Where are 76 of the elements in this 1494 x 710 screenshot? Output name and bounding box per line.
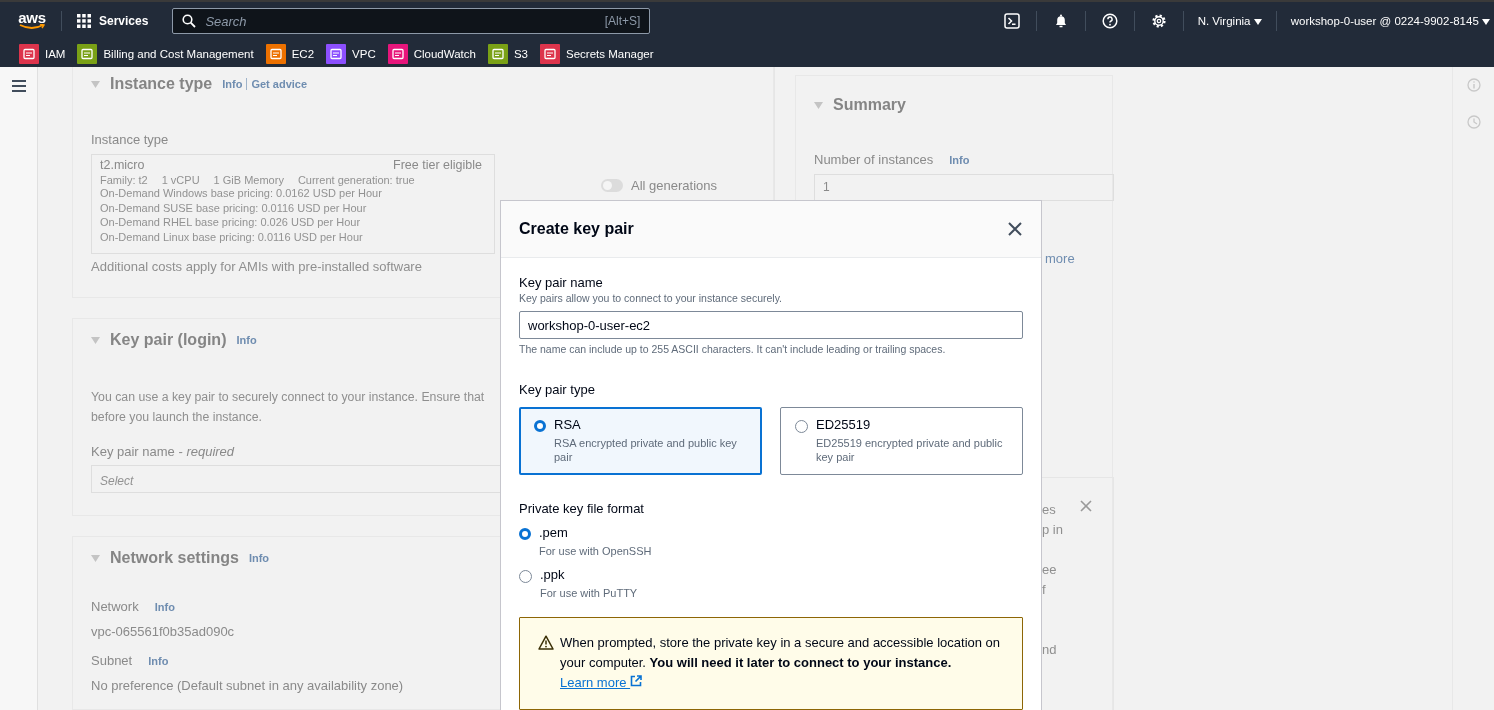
constraint-text: The name can include up to 255 ASCII characters. It can't include leading or trailing spaces.	[519, 342, 947, 357]
spec-text: Current generation: true	[297, 174, 415, 186]
pricing-text: On-Demand Linux base pricing: 0.0116 USD per Hour	[100, 229, 363, 244]
help-icon[interactable]	[1101, 13, 1118, 29]
pricing-text: On-Demand SUSE base pricing: 0.0116 USD per Hour	[100, 200, 367, 215]
text-fragment: es	[1042, 501, 1056, 519]
field-label: Key pair type	[519, 382, 596, 398]
learn-more-link[interactable]: Learn more	[560, 675, 643, 690]
description-text: You can use a key pair to securely connect to your instance. Ensure that	[91, 389, 485, 406]
caret-icon	[1253, 19, 1262, 25]
field-label: Private key file format	[519, 501, 645, 517]
spec-text: 1 GiB Memory	[213, 174, 284, 186]
option-label: ED25519	[816, 417, 872, 433]
caret-icon	[1482, 19, 1490, 25]
field-label: Network	[91, 599, 139, 614]
alert-text: When prompted, store the private key in a secure and accessible location on your computer. You will need it later to connect to your instance. Learn more	[560, 634, 1002, 692]
key-type-option[interactable]: ED25519 ED25519 encrypted private and public key pair	[780, 407, 1023, 475]
pricing-text: On-Demand Windows base pricing: 0.0162 USD per Hour	[100, 186, 382, 201]
option-label: .ppk	[540, 567, 566, 583]
field-value: No preference (Default subnet in any availability zone)	[91, 678, 404, 693]
field-value: vpc-065561f0b35ad090c	[91, 624, 235, 639]
favorite-service-link[interactable]: EC2	[265, 43, 315, 64]
radio-button[interactable]	[795, 420, 808, 433]
description-text: before you launch the instance.	[91, 409, 262, 426]
spec-text: 1 vCPU	[161, 174, 200, 186]
favorite-service-link[interactable]: S3	[487, 43, 528, 64]
close-icon[interactable]	[1008, 222, 1022, 236]
grid-icon	[77, 14, 91, 28]
favorite-service-link[interactable]: Billing and Cost Management	[77, 43, 254, 64]
external-link-icon	[630, 675, 643, 687]
option-description: For use with OpenSSH	[539, 544, 652, 558]
free-tier-label: Free tier eligible	[393, 158, 482, 172]
section-title: Network settings	[110, 549, 239, 567]
shortcut-hint: [Alt+S]	[604, 14, 641, 28]
region-menu[interactable]: N. Virginia	[1197, 15, 1262, 27]
search-icon	[182, 14, 197, 28]
field-label: Subnet	[91, 653, 133, 668]
favorite-service-link[interactable]: CloudWatch	[387, 43, 476, 64]
option-description: For use with PuTTY	[540, 586, 638, 600]
field-label: Key pair name - required	[91, 444, 235, 459]
field-label: Instance type	[91, 132, 169, 147]
warning-icon	[538, 635, 554, 650]
key-type-option[interactable]: RSA RSA encrypted private and public key pair	[519, 407, 762, 475]
section-title: Summary	[833, 96, 906, 114]
note-text: Additional costs apply for AMIs with pre-installed software	[91, 259, 422, 274]
text-fragment: ee	[1042, 561, 1057, 579]
aws-logo[interactable]: aws	[18, 12, 46, 30]
account-menu[interactable]: workshop-0-user @ 0224-9902-8145	[1290, 15, 1490, 27]
radio-button[interactable]	[519, 570, 532, 583]
field-label: Number of instances	[814, 152, 934, 167]
toggle-label: All generations	[631, 178, 717, 193]
services-menu[interactable]: Services	[77, 14, 149, 28]
option-description: RSA encrypted private and public key pair	[554, 436, 738, 464]
key-pair-name-input[interactable]: workshop-0-user-ec2	[519, 311, 1023, 339]
favorite-service-link[interactable]: IAM	[19, 43, 66, 64]
option-description: ED25519 encrypted private and public key pair	[816, 436, 1004, 464]
section-title: Instance type	[110, 75, 213, 93]
favorite-service-link[interactable]: Secrets Manager	[540, 43, 654, 64]
settings-icon[interactable]	[1150, 13, 1167, 29]
option-label: .pem	[539, 525, 569, 541]
favorite-service-link[interactable]: VPC	[326, 43, 376, 64]
radio-button[interactable]	[519, 528, 531, 540]
section-title: Key pair (login)	[110, 331, 227, 349]
modal-title: Create key pair	[519, 220, 634, 238]
text-fragment: p in	[1042, 521, 1063, 539]
terminal-icon[interactable]	[1003, 13, 1020, 29]
radio-button[interactable]	[534, 420, 546, 432]
spec-text: Family: t2	[100, 174, 148, 186]
field-description: Key pairs allow you to connect to your instance securely.	[519, 291, 784, 306]
option-label: RSA	[554, 417, 582, 433]
menu-icon[interactable]	[11, 80, 26, 92]
text-fragment: nd	[1042, 641, 1057, 659]
toggle-switch[interactable]	[601, 179, 623, 192]
text-fragment: f	[1042, 581, 1046, 599]
pricing-text: On-Demand RHEL base pricing: 0.026 USD per Hour	[100, 215, 361, 230]
field-label: Key pair name	[519, 275, 604, 291]
